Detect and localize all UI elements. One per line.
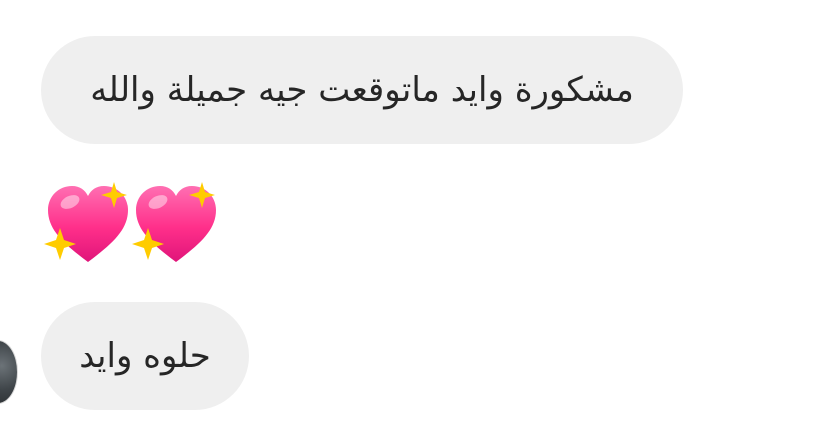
message-text: حلوه وايد [79,336,211,376]
message-bubble-received[interactable]: مشكورة وايد ماتوقعت جيه جميلة والله [41,36,683,144]
sparkling-heart-icon [132,182,216,262]
avatar[interactable] [0,340,18,404]
sparkling-heart-icon [44,182,128,262]
chat-thread: مشكورة وايد ماتوقعت جيه جميلة والله حلوه… [0,0,835,421]
emoji-message[interactable] [42,180,232,270]
message-bubble-received[interactable]: حلوه وايد [41,302,249,410]
message-text: مشكورة وايد ماتوقعت جيه جميلة والله [90,70,634,110]
